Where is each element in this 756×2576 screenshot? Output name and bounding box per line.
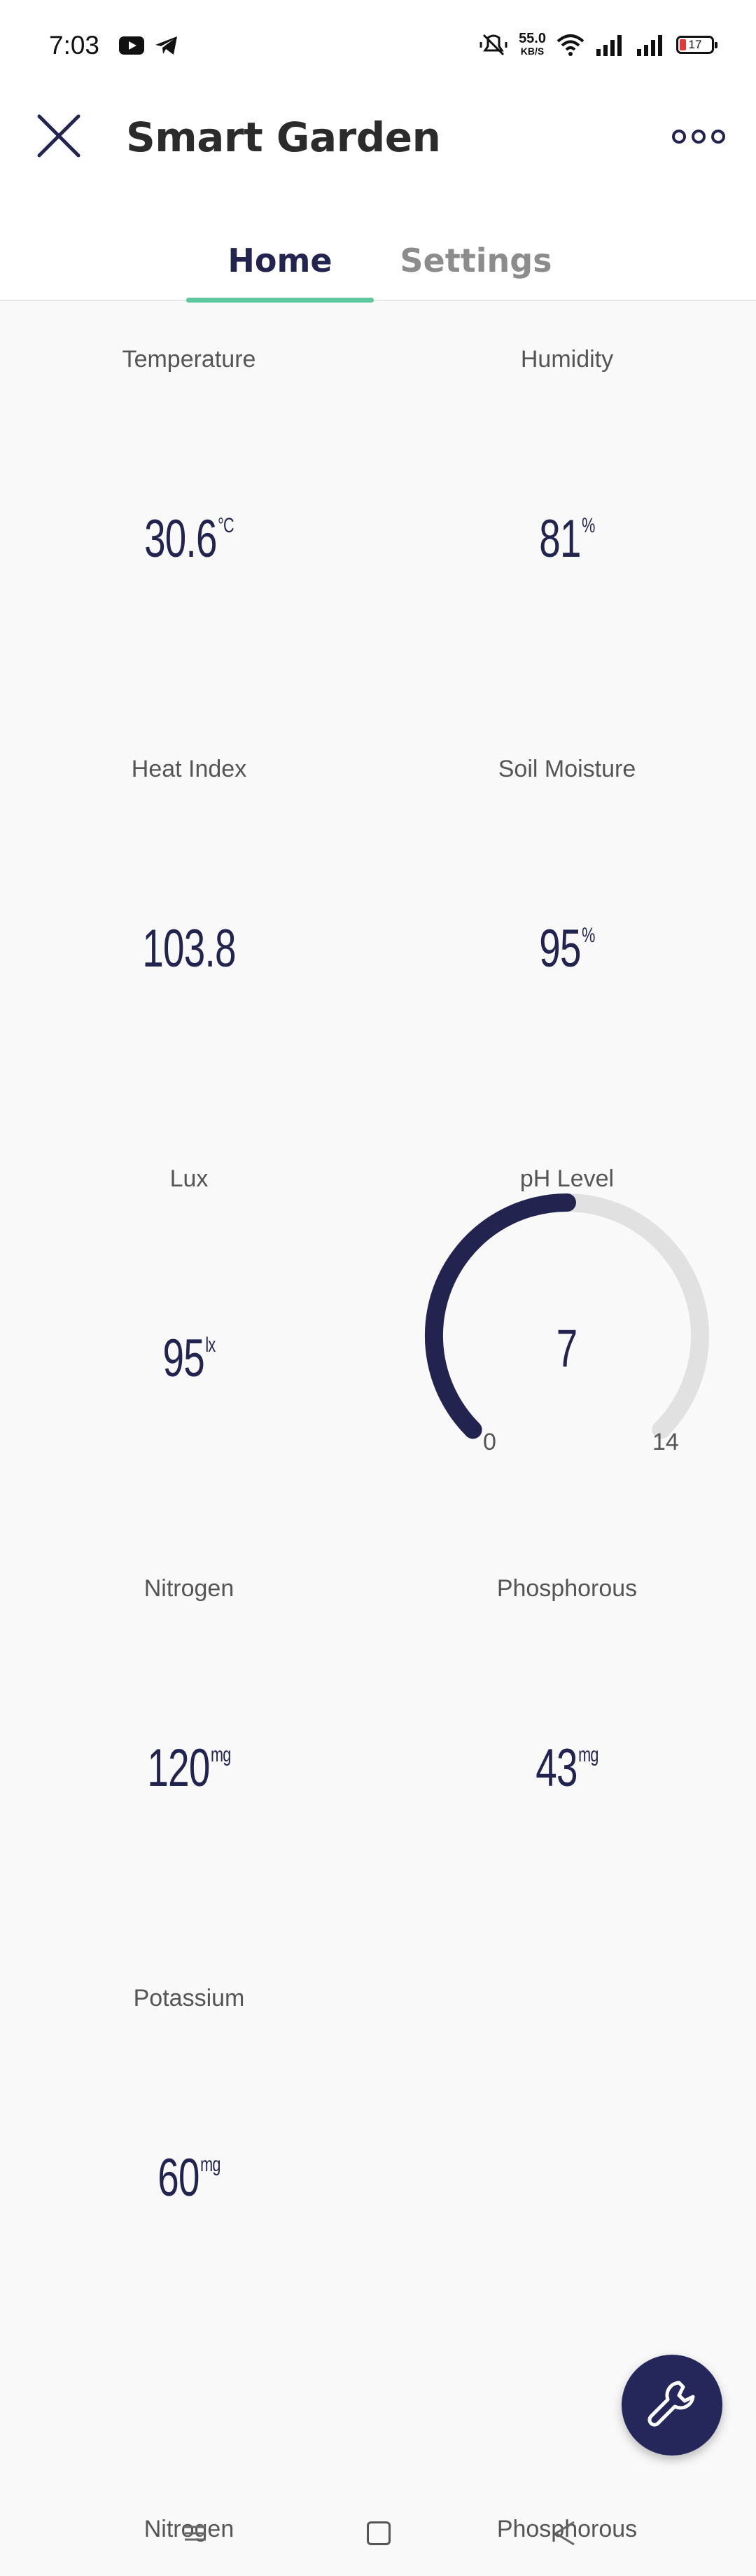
widget-label: Potassium <box>133 1985 245 2011</box>
value-number: 81 <box>539 509 581 569</box>
telegram-icon <box>155 36 177 55</box>
widget-value: 95% <box>431 922 704 976</box>
widget-label: Heat Index <box>131 756 247 782</box>
page-title: Smart Garden <box>126 113 441 161</box>
battery-level: 17 <box>688 38 702 51</box>
widget-phosphorous[interactable]: Phosphorous 43mg <box>378 1532 756 1941</box>
tab-bar: Home Settings <box>0 224 756 303</box>
widget-label: Soil Moisture <box>498 756 636 782</box>
nav-back-icon[interactable] <box>553 2520 577 2547</box>
mute-icon <box>479 34 507 56</box>
signal-icon-2 <box>637 35 662 56</box>
tab-home[interactable]: Home <box>186 224 374 301</box>
value-unit: °C <box>218 514 234 537</box>
widget-label: Humidity <box>520 346 614 373</box>
value-unit: mg <box>211 1743 231 1766</box>
gauge-value: 7 <box>556 1319 578 1378</box>
value-number: 95 <box>539 919 581 978</box>
nav-menu-icon[interactable] <box>183 2524 207 2542</box>
value-number: 103.8 <box>142 919 236 978</box>
widget-value: 81% <box>431 513 704 566</box>
widget-ph-level[interactable]: pH Level 7 0 14 <box>378 1122 756 1532</box>
widget-lux[interactable]: Lux 95lx <box>0 1122 378 1532</box>
net-speed-unit: KB/S <box>520 46 545 57</box>
battery-icon: 17 <box>676 36 718 54</box>
widget-label: Lux <box>169 1165 209 1192</box>
widget-value: 43mg <box>431 1742 704 1795</box>
widget-value: 103.8 <box>53 922 326 976</box>
settings-fab[interactable] <box>622 2355 722 2456</box>
signal-icon <box>596 35 622 56</box>
value-unit: mg <box>200 2153 220 2176</box>
gauge-max-label: 14 <box>652 1429 679 1455</box>
widget-soil-moisture[interactable]: Soil Moisture 95% <box>378 712 756 1122</box>
widget-label: Phosphorous <box>496 1575 638 1602</box>
value-unit: % <box>582 514 595 537</box>
net-speed-value: 55.0 <box>519 31 546 46</box>
value-number: 120 <box>147 1738 210 1798</box>
nav-home-icon[interactable] <box>367 2521 391 2545</box>
wrench-icon <box>648 2381 695 2427</box>
tab-indicator <box>186 298 374 303</box>
widget-humidity[interactable]: Humidity 81% <box>378 303 756 712</box>
widget-label: pH Level <box>519 1165 615 1192</box>
widget-nitrogen[interactable]: Nitrogen 120mg <box>0 1532 378 1941</box>
widget-value: 95lx <box>53 1332 326 1385</box>
ph-gauge: 7 0 14 <box>399 1192 735 1486</box>
value-number: 43 <box>536 1738 578 1798</box>
youtube-icon <box>119 36 144 55</box>
gauge-min-label: 0 <box>483 1429 496 1455</box>
net-speed: 55.0 KB/S <box>519 32 546 57</box>
status-time: 7:03 <box>49 31 100 60</box>
value-number: 30.6 <box>144 509 217 569</box>
status-indicators: 55.0 KB/S 17 <box>478 31 718 59</box>
more-icon[interactable] <box>671 119 727 154</box>
wifi-icon <box>556 34 584 56</box>
value-unit: % <box>582 924 595 947</box>
widget-value: 60mg <box>53 2152 326 2205</box>
widget-value: 30.6°C <box>53 513 326 566</box>
value-number: 60 <box>158 2148 200 2208</box>
widget-label: Nitrogen <box>144 1575 234 1602</box>
value-unit: lx <box>205 1334 216 1357</box>
widget-temperature[interactable]: Temperature 30.6°C <box>0 303 378 712</box>
app-header: Smart Garden Home Settings <box>0 91 756 303</box>
widget-label: Temperature <box>122 346 256 373</box>
widget-value: 120mg <box>53 1742 326 1795</box>
value-unit: mg <box>578 1743 598 1766</box>
tab-settings[interactable]: Settings <box>392 224 560 301</box>
close-icon[interactable] <box>34 111 84 161</box>
gauge-fill <box>424 1193 576 1439</box>
value-number: 95 <box>162 1329 204 1388</box>
status-bar: 7:03 55.0 KB/S 17 <box>0 0 756 91</box>
widget-potassium[interactable]: Potassium 60mg <box>0 1941 378 2351</box>
widget-heat-index[interactable]: Heat Index 103.8 <box>0 712 378 1122</box>
